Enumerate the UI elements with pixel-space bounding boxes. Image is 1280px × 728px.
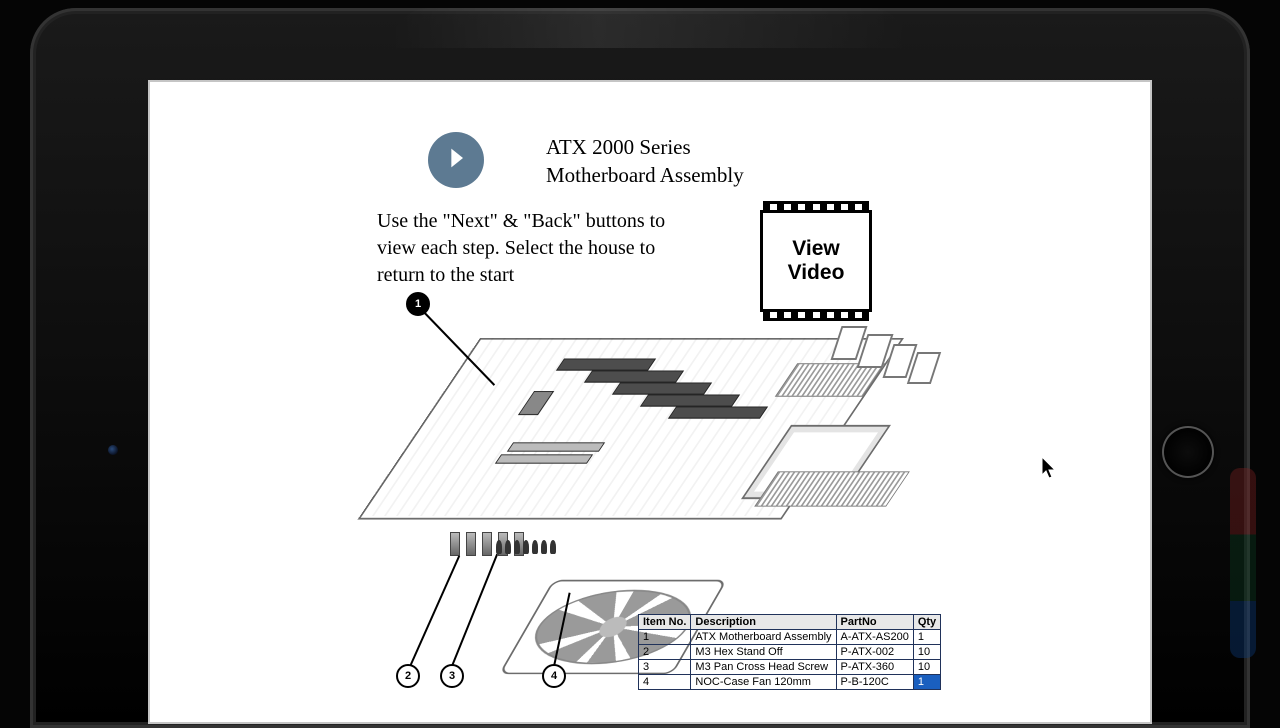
callout-balloon-1[interactable]: 1 bbox=[406, 292, 430, 316]
view-video-button[interactable]: View Video bbox=[760, 210, 872, 312]
table-cell[interactable]: 4 bbox=[639, 675, 691, 690]
table-cell[interactable]: P-B-120C bbox=[836, 675, 913, 690]
table-cell[interactable]: M3 Hex Stand Off bbox=[691, 645, 836, 660]
table-cell[interactable]: ATX Motherboard Assembly bbox=[691, 630, 836, 645]
table-row[interactable]: 2M3 Hex Stand OffP-ATX-00210 bbox=[639, 645, 941, 660]
tablet-camera bbox=[108, 445, 118, 455]
bom-header-qty: Qty bbox=[913, 615, 940, 630]
film-strip-icon bbox=[763, 201, 869, 213]
table-cell[interactable]: 2 bbox=[639, 645, 691, 660]
exploded-diagram bbox=[440, 322, 930, 622]
chevron-right-icon bbox=[442, 144, 470, 177]
table-row[interactable]: 1ATX Motherboard AssemblyA-ATX-AS2001 bbox=[639, 630, 941, 645]
video-label-line-1: View bbox=[792, 237, 839, 261]
decorative-stripe bbox=[1230, 468, 1256, 658]
mouse-cursor-icon bbox=[1041, 456, 1059, 485]
title-line-2: Motherboard Assembly bbox=[546, 163, 744, 187]
tablet-home-button[interactable] bbox=[1162, 426, 1214, 478]
screws bbox=[496, 540, 556, 554]
table-cell[interactable]: 10 bbox=[913, 660, 940, 675]
title-line-1: ATX 2000 Series bbox=[546, 135, 691, 159]
callout-balloon-4[interactable]: 4 bbox=[542, 664, 566, 688]
instruction-text: Use the "Next" & "Back" buttons to view … bbox=[377, 208, 677, 289]
table-cell[interactable]: 1 bbox=[639, 630, 691, 645]
bom-table[interactable]: Item No. Description PartNo Qty 1ATX Mot… bbox=[638, 614, 941, 690]
table-cell[interactable]: 1 bbox=[913, 630, 940, 645]
table-cell[interactable]: P-ATX-002 bbox=[836, 645, 913, 660]
table-cell[interactable]: 1 bbox=[913, 675, 940, 690]
table-cell[interactable]: P-ATX-360 bbox=[836, 660, 913, 675]
next-button[interactable] bbox=[428, 132, 484, 188]
film-strip-icon bbox=[763, 309, 869, 321]
bom-header-item: Item No. bbox=[639, 615, 691, 630]
table-row[interactable]: 3M3 Pan Cross Head ScrewP-ATX-36010 bbox=[639, 660, 941, 675]
video-label-line-2: Video bbox=[788, 261, 845, 285]
document-title: ATX 2000 Series Motherboard Assembly bbox=[546, 133, 744, 190]
table-cell[interactable]: 3 bbox=[639, 660, 691, 675]
bom-header-desc: Description bbox=[691, 615, 836, 630]
document-viewport: ATX 2000 Series Motherboard Assembly Use… bbox=[148, 80, 1152, 724]
table-cell[interactable]: M3 Pan Cross Head Screw bbox=[691, 660, 836, 675]
table-cell[interactable]: NOC-Case Fan 120mm bbox=[691, 675, 836, 690]
table-cell[interactable]: A-ATX-AS200 bbox=[836, 630, 913, 645]
tablet-frame: ATX 2000 Series Motherboard Assembly Use… bbox=[30, 8, 1250, 728]
bom-header-part: PartNo bbox=[836, 615, 913, 630]
callout-balloon-3[interactable]: 3 bbox=[440, 664, 464, 688]
callout-balloon-2[interactable]: 2 bbox=[396, 664, 420, 688]
table-cell[interactable]: 10 bbox=[913, 645, 940, 660]
table-row[interactable]: 4NOC-Case Fan 120mmP-B-120C1 bbox=[639, 675, 941, 690]
